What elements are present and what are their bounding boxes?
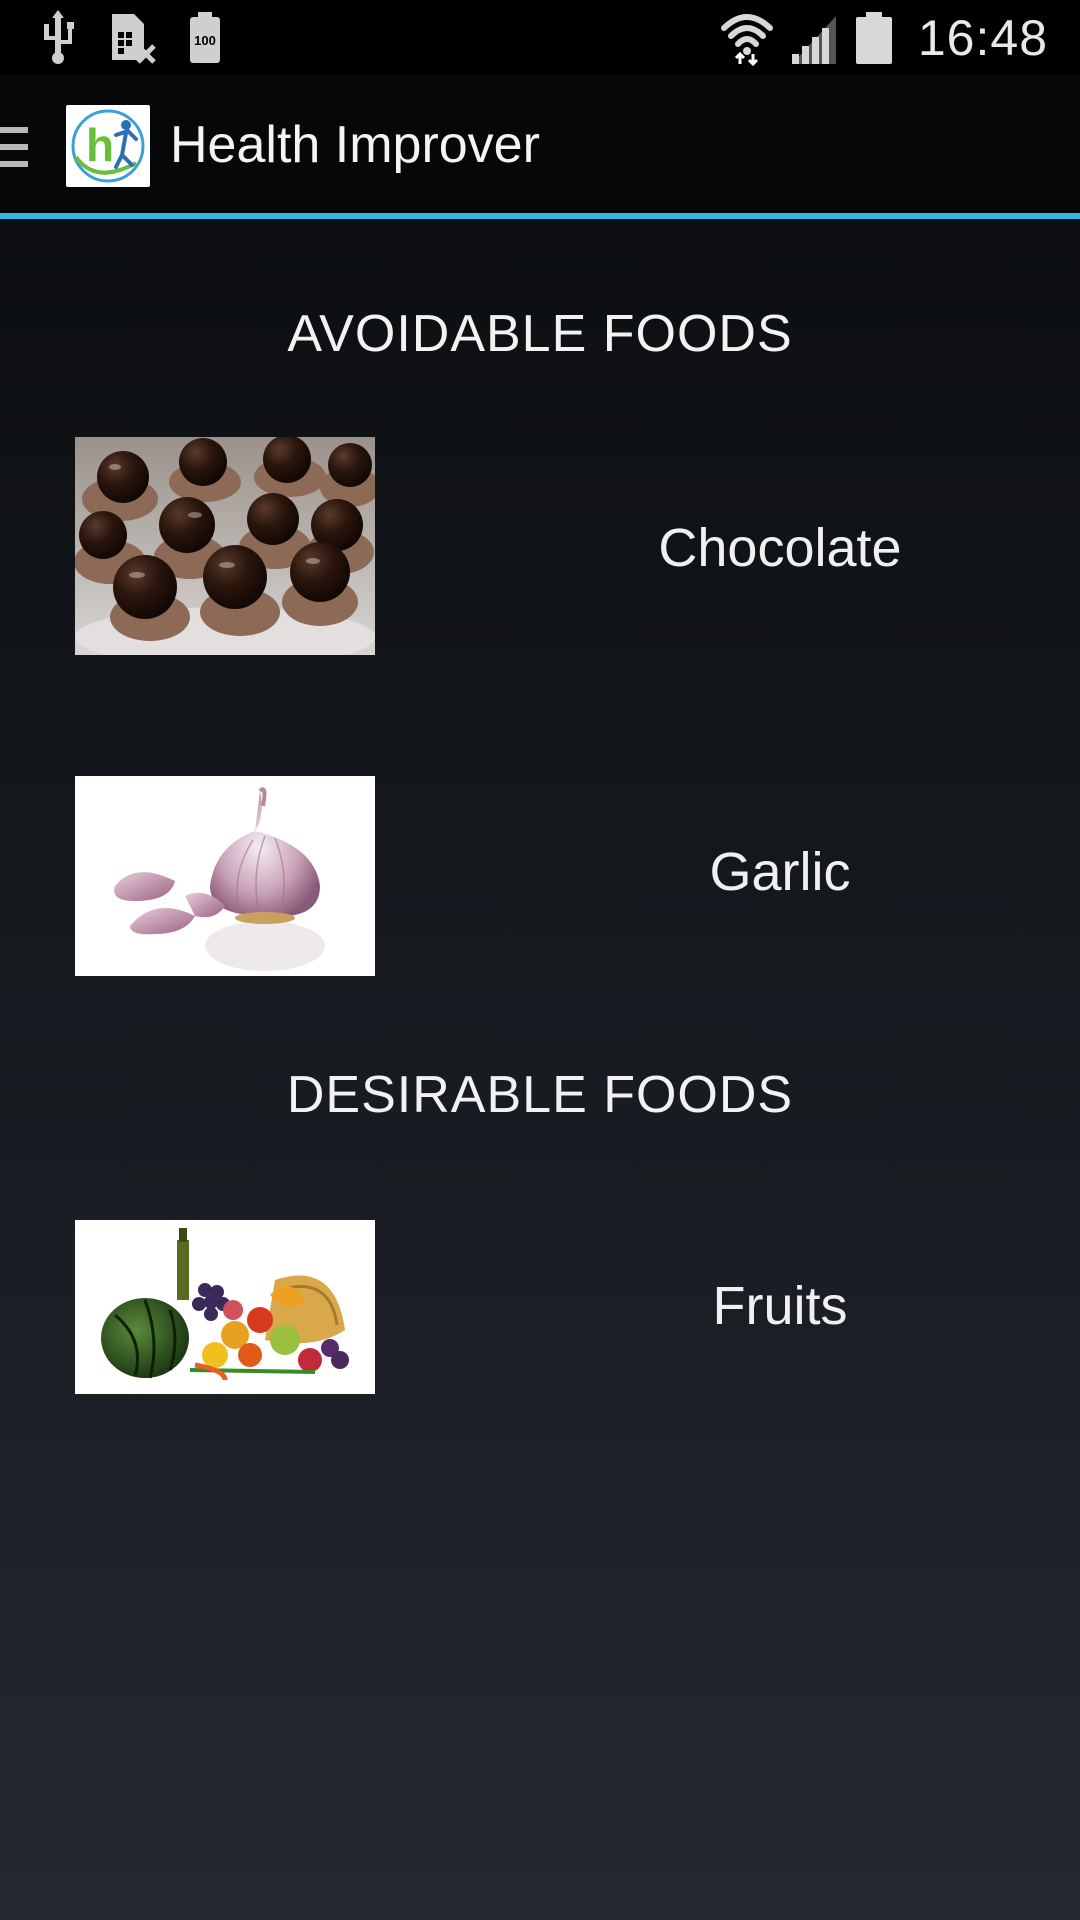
section-header-avoidable: AVOIDABLE FOODS bbox=[287, 305, 793, 363]
app-logo-icon: h bbox=[71, 109, 145, 183]
food-item-garlic[interactable]: Garlic bbox=[75, 776, 1035, 976]
system-icons: 16:48 bbox=[720, 0, 1048, 75]
status-bar: 100 16:48 bbox=[0, 0, 1080, 75]
app-logo-letter: h bbox=[86, 119, 114, 171]
sim-missing-icon bbox=[112, 14, 156, 64]
app-title: Health Improver bbox=[170, 116, 540, 174]
food-item-chocolate[interactable]: Chocolate bbox=[75, 437, 1035, 655]
food-label-fruits: Fruits bbox=[712, 1276, 848, 1336]
wifi-icon bbox=[720, 13, 773, 66]
drawer-toggle-icon[interactable] bbox=[0, 127, 28, 167]
usb-icon bbox=[44, 10, 74, 64]
battery-full-small-icon: 100 bbox=[190, 12, 220, 63]
garlic-photo[interactable] bbox=[75, 776, 375, 976]
notification-icons: 100 bbox=[38, 10, 222, 66]
food-item-fruits[interactable]: Fruits bbox=[75, 1220, 1035, 1394]
food-label-garlic: Garlic bbox=[709, 842, 851, 902]
action-bar: h Health Improver bbox=[0, 75, 1080, 215]
chocolate-photo[interactable] bbox=[75, 437, 375, 655]
signal-icon bbox=[791, 15, 836, 64]
main-content: AVOIDABLE FOODS Chocolate Garlic DESIRAB… bbox=[0, 219, 1080, 1920]
status-time: 16:48 bbox=[917, 9, 1048, 66]
battery-icon bbox=[855, 11, 892, 64]
battery-percent-text: 100 bbox=[194, 33, 216, 48]
fruits-photo[interactable] bbox=[75, 1220, 375, 1394]
app-logo[interactable]: h bbox=[66, 105, 150, 187]
section-header-desirable: DESIRABLE FOODS bbox=[286, 1066, 794, 1124]
food-label-chocolate: Chocolate bbox=[658, 518, 902, 578]
